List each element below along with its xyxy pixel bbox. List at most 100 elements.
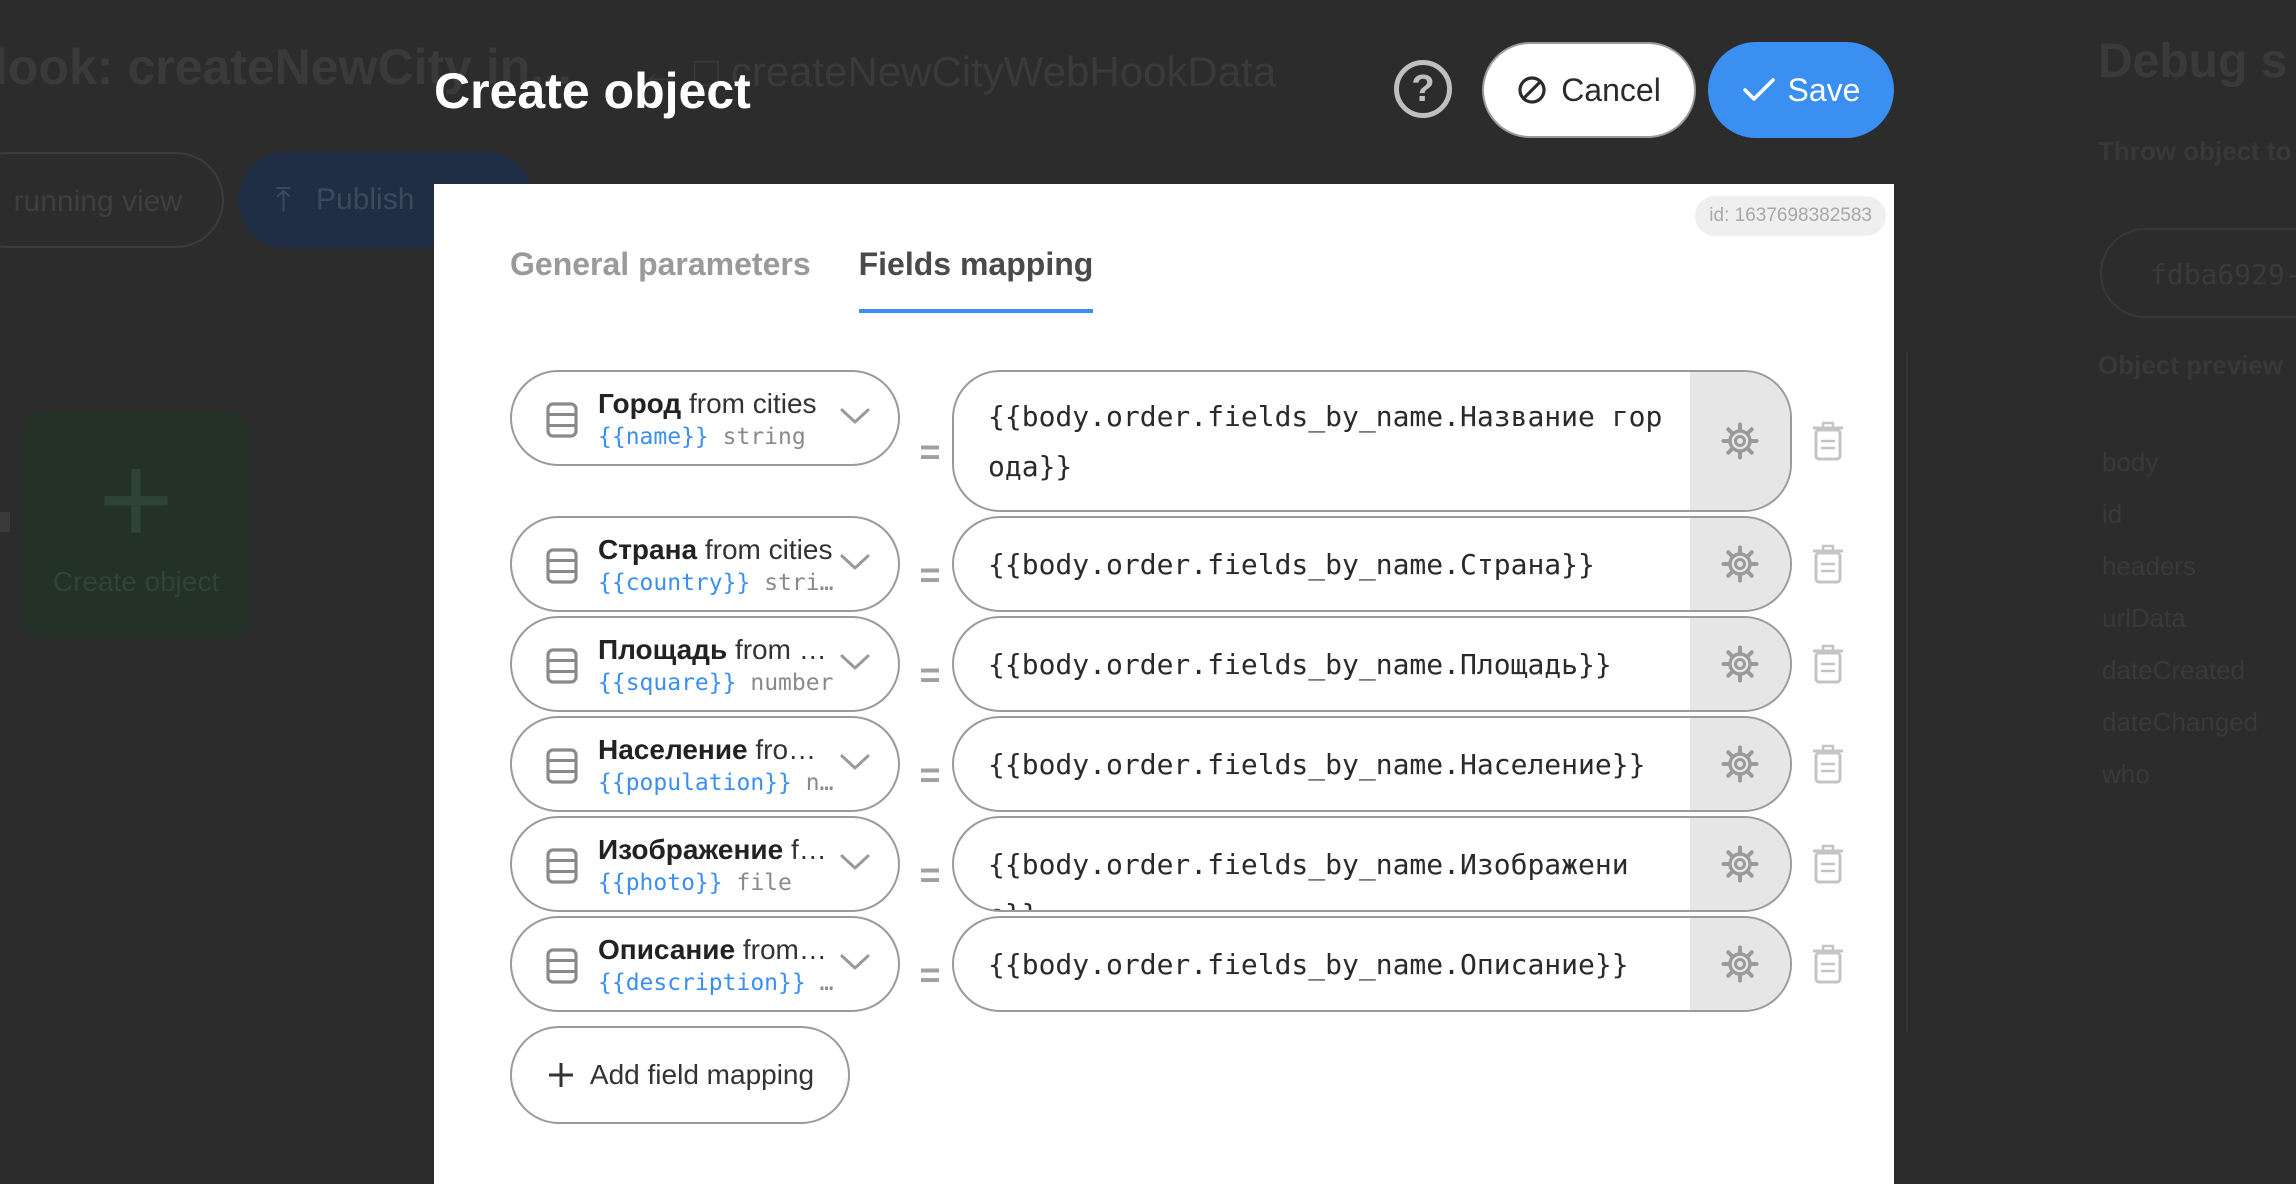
source-field-select[interactable]: Страна from cities {{country}} string: [510, 516, 900, 612]
source-field-text: Описание from cities {{description}} text: [598, 934, 834, 996]
field-name: Страна: [598, 534, 698, 565]
delete-mapping-button[interactable]: [1810, 421, 1846, 461]
plus-icon: +: [98, 426, 174, 572]
field-variable: {{square}}: [598, 670, 737, 696]
source-field-text: Население from cities {{population}} numb…: [598, 734, 834, 796]
tree-item: dateChanged: [2102, 707, 2259, 737]
running-view-button: running view: [0, 152, 224, 248]
tab-fields-mapping[interactable]: Fields mapping: [858, 246, 1094, 313]
mapping-value-text: {{body.order.fields_by_name.Изображение}…: [988, 848, 1629, 910]
mapping-value-text: {{body.order.fields_by_name.Страна}}: [988, 548, 1595, 581]
mapping-value-input[interactable]: {{body.order.fields_by_name.Изображение}…: [952, 816, 1792, 912]
mapping-settings-button[interactable]: [1690, 918, 1790, 1010]
source-field-text: Страна from cities {{country}} string: [598, 534, 834, 596]
source-field-title: Город from cities: [598, 388, 834, 420]
node-label: Create object: [52, 566, 220, 597]
modal-title: Create object: [434, 63, 751, 119]
gear-icon: [1721, 845, 1759, 883]
mapping-value-text: {{body.order.fields_by_name.Население}}: [988, 748, 1646, 781]
tree-item: urlData: [2102, 603, 2186, 633]
help-button[interactable]: ?: [1394, 60, 1452, 118]
chevron-down-icon: [840, 408, 870, 424]
mapping-value-text: {{body.order.fields_by_name.Площадь}}: [988, 648, 1612, 681]
mapping-value-input[interactable]: {{body.order.fields_by_name.Страна}}: [952, 516, 1792, 612]
save-label: Save: [1787, 71, 1861, 108]
equals-sign: =: [919, 554, 941, 595]
delete-mapping-button[interactable]: [1810, 544, 1846, 584]
source-field-title: Площадь from cities: [598, 634, 834, 666]
mapping-value-input[interactable]: {{body.order.fields_by_name.Население}}: [952, 716, 1792, 812]
connector-arrow: [0, 512, 22, 532]
tab-general-parameters[interactable]: General parameters: [510, 246, 811, 313]
tree-item: body: [2102, 447, 2159, 477]
mapping-value-input[interactable]: {{body.order.fields_by_name.Площадь}}: [952, 616, 1792, 712]
add-field-mapping-button[interactable]: Add field mapping: [510, 1026, 850, 1124]
field-type: string: [722, 424, 806, 450]
field-variable: {{country}}: [598, 570, 751, 596]
field-name: Описание: [598, 934, 736, 965]
source-field-meta: {{population}} number: [598, 770, 834, 796]
field-type: file: [736, 870, 792, 896]
trash-icon: [1810, 944, 1846, 988]
field-type: number: [750, 670, 834, 696]
field-type: string: [764, 570, 834, 596]
source-field-select[interactable]: Описание from cities {{description}} text: [510, 916, 900, 1012]
delete-mapping-button[interactable]: [1810, 844, 1846, 884]
source-field-meta: {{country}} string: [598, 570, 834, 596]
field-source: from cities: [742, 934, 834, 965]
delete-mapping-button[interactable]: [1810, 744, 1846, 784]
save-button[interactable]: Save: [1708, 42, 1894, 138]
chevron-down-icon: [840, 854, 870, 870]
cancel-label: Cancel: [1561, 71, 1661, 108]
trash-icon: [1810, 844, 1846, 888]
object-preview-heading: Object preview: [2098, 350, 2283, 380]
field-name: Население: [598, 734, 748, 765]
database-icon: [546, 648, 578, 684]
source-field-text: Город from cities {{name}} string: [598, 388, 834, 450]
field-name: Изображение: [598, 834, 784, 865]
mapping-value-text: {{body.order.fields_by_name.Описание}}: [988, 948, 1629, 981]
add-field-mapping-label: Add field mapping: [589, 1059, 815, 1090]
object-preview-tree: body id headers urlData dateCreated date…: [2102, 444, 2258, 808]
mapping-settings-button[interactable]: [1690, 818, 1790, 910]
plus-icon: [548, 1063, 573, 1087]
source-field-select[interactable]: Население from cities {{population}} numb…: [510, 716, 900, 812]
mapping-value-input[interactable]: {{body.order.fields_by_name.Название гор…: [952, 370, 1792, 512]
delete-mapping-button[interactable]: [1810, 944, 1846, 984]
source-field-title: Население from cities: [598, 734, 834, 766]
source-field-meta: {{name}} string: [598, 424, 834, 450]
source-field-text: Изображение from cities {{photo}} file: [598, 834, 834, 896]
field-source: from cities: [790, 834, 834, 865]
mapping-settings-button[interactable]: [1690, 372, 1790, 510]
source-field-text: Площадь from cities {{square}} number: [598, 634, 834, 696]
mapping-value-input[interactable]: {{body.order.fields_by_name.Описание}}: [952, 916, 1792, 1012]
mapping-settings-button[interactable]: [1690, 618, 1790, 710]
publish-label: Publish: [316, 183, 415, 216]
modal-panel: id: 1637698382583 General parameters Fie…: [434, 184, 1894, 1184]
equals-sign: =: [919, 654, 941, 695]
field-variable: {{population}}: [598, 770, 792, 796]
mapping-settings-button[interactable]: [1690, 718, 1790, 810]
database-icon: [546, 402, 578, 438]
check-icon: [1742, 78, 1775, 101]
tab-bar: General parameters Fields mapping: [510, 246, 1094, 313]
field-variable: {{name}}: [598, 424, 709, 450]
running-view-label: running view: [13, 185, 182, 218]
chevron-down-icon: [840, 954, 870, 970]
source-field-title: Страна from cities: [598, 534, 834, 566]
debug-object-input: fdba6929-: [2100, 228, 2296, 318]
field-source: from cities: [734, 634, 834, 665]
create-object-node: + Create object: [22, 412, 250, 638]
chevron-down-icon: [840, 754, 870, 770]
delete-mapping-button[interactable]: [1810, 644, 1846, 684]
source-field-select[interactable]: Город from cities {{name}} string: [510, 370, 900, 466]
mapping-settings-button[interactable]: [1690, 518, 1790, 610]
source-field-select[interactable]: Площадь from cities {{square}} number: [510, 616, 900, 712]
cancel-button[interactable]: Cancel: [1482, 42, 1696, 138]
source-field-select[interactable]: Изображение from cities {{photo}} file: [510, 816, 900, 912]
source-field-meta: {{square}} number: [598, 670, 834, 696]
equals-sign: =: [919, 854, 941, 895]
source-field-title: Описание from cities: [598, 934, 834, 966]
trash-icon: [1810, 744, 1846, 788]
gear-icon: [1721, 422, 1759, 460]
